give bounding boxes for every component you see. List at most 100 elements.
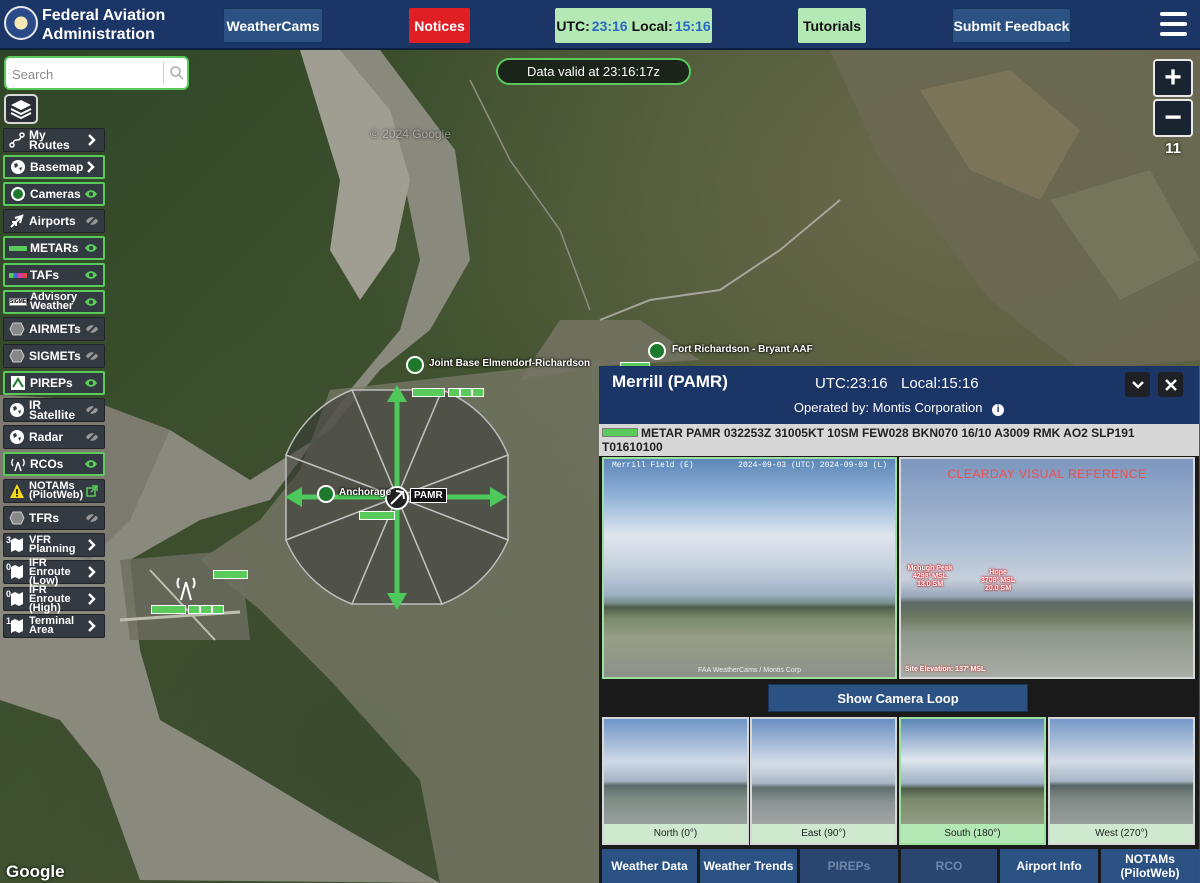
layer-label: IFR Enroute (High)	[29, 584, 84, 614]
show-camera-loop-button[interactable]: Show Camera Loop	[768, 684, 1028, 712]
hexagon-icon	[7, 347, 27, 365]
eye-off-icon[interactable]	[84, 348, 100, 364]
thumbnail-caption: North (0°)	[604, 824, 747, 843]
metar-flight-category-bar	[602, 428, 638, 437]
layer-button-tafs[interactable]: TAFs	[3, 263, 105, 287]
globe-icon	[7, 401, 27, 419]
utc-label: UTC:	[556, 17, 590, 34]
chevron-down-icon	[1131, 380, 1144, 389]
tutorials-button[interactable]: Tutorials	[798, 8, 866, 43]
taf-marker-panc[interactable]	[188, 605, 224, 614]
label-fort-richardson: Fort Richardson - Bryant AAF	[672, 344, 813, 355]
layer-button-terminal-area[interactable]: 1 Terminal Area	[3, 614, 105, 638]
submit-feedback-button[interactable]: Submit Feedback	[952, 8, 1071, 43]
zoom-in-button[interactable]: +	[1153, 59, 1193, 97]
layer-label-line-2: (High)	[29, 601, 61, 614]
camera-thumbnail-east[interactable]: East (90°)	[750, 717, 897, 845]
layers-toggle-button[interactable]	[4, 94, 38, 124]
thumbnail-image	[752, 719, 895, 826]
taf-marker-jber[interactable]	[448, 388, 484, 397]
camera-thumbnail-north[interactable]: North (0°)	[602, 717, 749, 845]
layer-button-tfrs[interactable]: TFRs	[3, 506, 105, 530]
eye-off-icon[interactable]	[84, 510, 100, 526]
collapse-panel-button[interactable]	[1125, 372, 1150, 397]
eye-off-icon[interactable]	[84, 429, 100, 445]
chevron-right-icon[interactable]	[84, 132, 100, 148]
tab-notams[interactable]: NOTAMs (PilotWeb)	[1098, 849, 1199, 883]
camera-dot-icon	[8, 185, 28, 203]
layer-button-pireps[interactable]: PIREPs	[3, 371, 105, 395]
brand-title[interactable]: Federal Aviation Administration	[42, 6, 165, 44]
peak-label-mchugh: Mchugh Peak 4298' MSL 13.0 SM	[905, 565, 955, 589]
layer-count: 0	[6, 562, 12, 572]
tab-airport-info[interactable]: Airport Info	[997, 849, 1098, 883]
reference-camera-image[interactable]: CLEARDAY VISUAL REFERENCE Mchugh Peak 42…	[899, 457, 1195, 679]
zoom-out-button[interactable]: −	[1153, 99, 1193, 137]
eye-icon[interactable]	[83, 186, 99, 202]
external-link-icon[interactable]	[84, 483, 100, 499]
layer-button-notams-pilotweb[interactable]: NOTAMs (PilotWeb)	[3, 479, 105, 503]
layer-button-my-routes[interactable]: My Routes	[3, 128, 105, 152]
layer-button-airports[interactable]: Airports	[3, 209, 105, 233]
layer-button-ifr-enroute-high[interactable]: 0 IFR Enroute (High)	[3, 584, 105, 614]
layer-button-rcos[interactable]: RCOs	[3, 452, 105, 476]
local-label: Local:	[631, 17, 673, 34]
antenna-icon	[8, 455, 28, 473]
layer-button-metars[interactable]: METARs	[3, 236, 105, 260]
faa-seal-icon[interactable]	[4, 6, 38, 40]
metar-marker-jber[interactable]	[412, 388, 445, 397]
camera-thumbnail-south[interactable]: South (180°)	[899, 717, 1046, 845]
eye-icon[interactable]	[83, 240, 99, 256]
chevron-right-icon[interactable]	[83, 159, 99, 175]
tab-rco[interactable]: RCO	[898, 849, 997, 883]
camera-sky-image	[604, 459, 895, 677]
globe-icon	[7, 428, 27, 446]
eye-icon[interactable]	[83, 267, 99, 283]
tab-weather-data[interactable]: Weather Data	[599, 849, 697, 883]
camera-marker-jber[interactable]	[406, 356, 424, 374]
metar-bar-icon	[8, 239, 28, 257]
weathercams-button[interactable]: WeatherCams	[223, 8, 323, 43]
layer-button-cameras[interactable]: Cameras	[3, 182, 105, 206]
eye-icon[interactable]	[83, 375, 99, 391]
reference-title: CLEARDAY VISUAL REFERENCE	[947, 467, 1147, 481]
metar-marker-pamr[interactable]	[359, 511, 395, 520]
close-panel-button[interactable]	[1158, 372, 1183, 397]
layer-button-ifr-enroute-low[interactable]: 0 IFR Enroute (Low)	[3, 556, 105, 586]
hamburger-menu-icon[interactable]	[1160, 12, 1187, 38]
layer-button-sigmets[interactable]: SIGMETs	[3, 344, 105, 368]
eye-off-icon[interactable]	[84, 402, 100, 418]
eye-off-icon[interactable]	[84, 321, 100, 337]
notices-button[interactable]: Notices	[409, 8, 470, 43]
main-camera-image[interactable]: Merrill Field (E) 2024-09-03 (UTC) 2024-…	[602, 457, 897, 679]
eye-icon[interactable]	[83, 294, 99, 310]
chevron-right-icon[interactable]	[84, 618, 100, 634]
layer-label: Radar	[29, 430, 64, 444]
layer-label: Terminal Area	[29, 616, 84, 636]
zoom-level: 11	[1165, 140, 1181, 157]
tab-weather-trends[interactable]: Weather Trends	[697, 849, 797, 883]
metar-marker-panc[interactable]	[151, 605, 186, 614]
metar-marker-anc-east[interactable]	[213, 570, 248, 579]
info-icon[interactable]: i	[992, 403, 1005, 416]
search-input[interactable]	[12, 64, 162, 84]
layer-label-line-1: IFR Enroute	[29, 556, 71, 578]
chevron-right-icon[interactable]	[84, 537, 100, 553]
camera-thumbnail-west[interactable]: West (270°)	[1048, 717, 1195, 845]
layer-button-airmets[interactable]: AIRMETs	[3, 317, 105, 341]
peak-dist: 20.0 SM	[984, 585, 1012, 592]
camera-marker-fort-richardson[interactable]	[648, 342, 666, 360]
eye-icon[interactable]	[83, 456, 99, 472]
layer-button-ir-satellite[interactable]: IR Satellite	[3, 398, 105, 422]
search-icon[interactable]	[169, 65, 185, 81]
chevron-right-icon[interactable]	[84, 591, 100, 607]
layer-button-basemap[interactable]: Basemap	[3, 155, 105, 179]
layer-button-advisory-weather[interactable]: SIGMET Advisory Weather	[3, 290, 105, 314]
layer-label: TFRs	[29, 511, 59, 525]
layer-button-radar[interactable]: Radar	[3, 425, 105, 449]
layer-button-vfr-planning[interactable]: 3 VFR Planning	[3, 533, 105, 557]
eye-off-icon[interactable]	[84, 213, 100, 229]
camera-marker-anchorage[interactable]	[317, 485, 335, 503]
tab-pireps[interactable]: PIREPs	[797, 849, 898, 883]
chevron-right-icon[interactable]	[84, 564, 100, 580]
